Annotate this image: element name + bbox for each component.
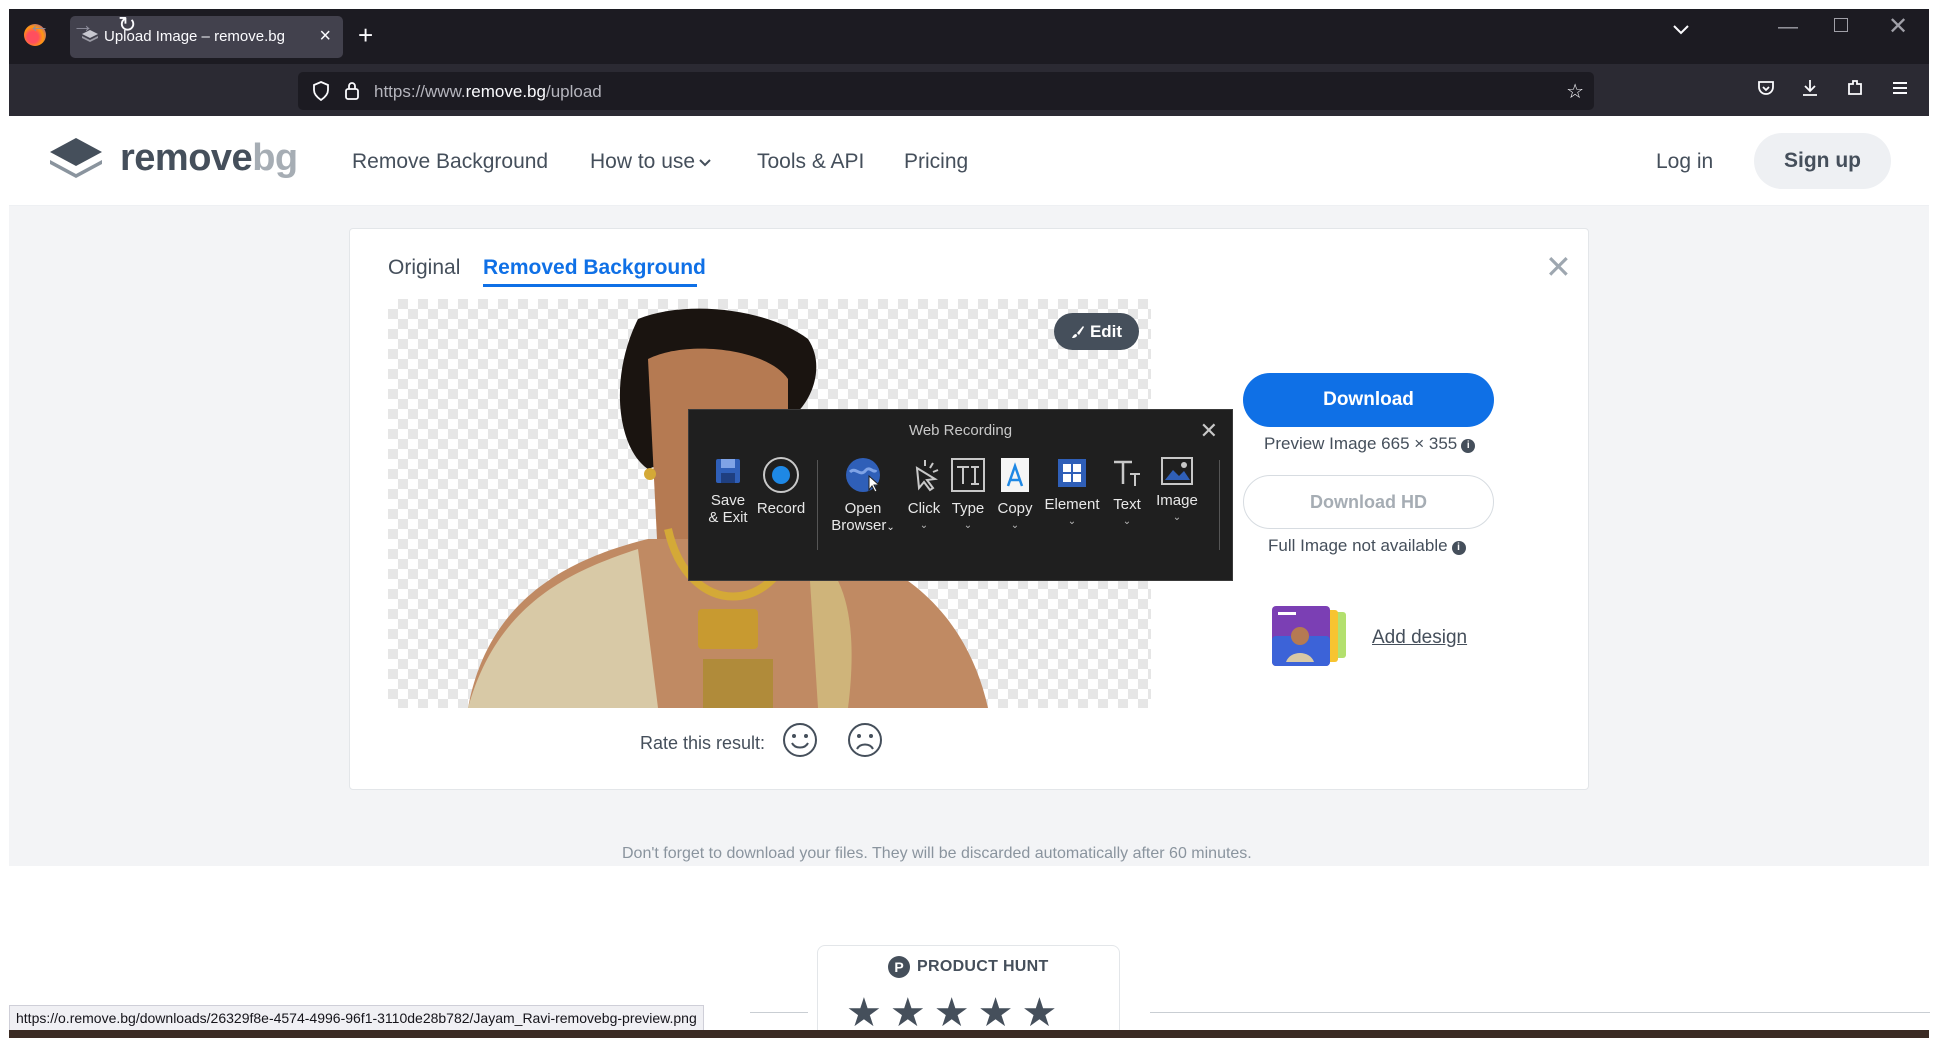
recorder-text-button[interactable]: Text ⌄ bbox=[1107, 456, 1147, 530]
lock-icon[interactable] bbox=[344, 81, 360, 101]
recorder-separator bbox=[817, 460, 818, 550]
preview-image-info: Preview Image 665 × 355 i bbox=[1264, 434, 1476, 454]
login-link[interactable]: Log in bbox=[1656, 150, 1713, 174]
nav-how-to-use[interactable]: How to use bbox=[590, 150, 712, 174]
save-icon bbox=[716, 459, 740, 483]
url-text[interactable]: https://www.remove.bg/upload bbox=[374, 82, 602, 102]
signup-button[interactable]: Sign up bbox=[1754, 133, 1891, 189]
product-hunt-label: PRODUCT HUNT bbox=[917, 958, 1049, 975]
nav-pricing[interactable]: Pricing bbox=[904, 150, 968, 174]
product-hunt-logo-icon: P bbox=[888, 956, 910, 978]
site-logo-text[interactable]: removebg bbox=[120, 137, 298, 180]
recorder-type-button[interactable]: Type ⌄ bbox=[947, 456, 989, 534]
recorder-save-exit-button[interactable]: Save & Exit bbox=[703, 456, 753, 526]
element-grid-icon bbox=[1058, 459, 1086, 487]
new-tab-icon[interactable]: + bbox=[358, 22, 373, 48]
tab-close-icon[interactable]: × bbox=[319, 25, 331, 48]
extensions-icon[interactable] bbox=[1845, 78, 1865, 98]
url-bar[interactable]: https://www.remove.bg/upload ☆ bbox=[298, 72, 1594, 110]
info-icon[interactable]: i bbox=[1451, 541, 1466, 555]
recorder-click-button[interactable]: Click ⌄ bbox=[901, 456, 947, 534]
info-icon[interactable]: i bbox=[1461, 439, 1476, 453]
recorder-title: Web Recording bbox=[908, 422, 1013, 439]
removebg-logo-icon[interactable] bbox=[48, 136, 104, 180]
brush-icon bbox=[1071, 325, 1084, 338]
status-bar-link-preview: https://o.remove.bg/downloads/26329f8e-4… bbox=[9, 1005, 704, 1031]
forward-icon[interactable]: → bbox=[72, 12, 94, 38]
window-close-icon[interactable]: ✕ bbox=[1888, 12, 1908, 41]
recorder-copy-button[interactable]: Copy ⌄ bbox=[992, 456, 1038, 534]
edit-button[interactable]: Edit bbox=[1054, 313, 1139, 350]
add-design-link[interactable]: Add design bbox=[1372, 627, 1467, 649]
restore-icon[interactable] bbox=[1834, 18, 1848, 32]
reload-icon[interactable]: ↻ bbox=[118, 12, 136, 38]
download-hd-button[interactable]: Download HD bbox=[1243, 475, 1494, 529]
os-taskbar bbox=[9, 1030, 1929, 1038]
menu-hamburger-icon[interactable] bbox=[1890, 78, 1910, 98]
record-icon bbox=[763, 457, 799, 493]
smiley-happy-icon[interactable] bbox=[782, 722, 818, 758]
tracking-shield-icon[interactable] bbox=[312, 81, 330, 101]
design-templates-thumbnail[interactable] bbox=[1272, 606, 1364, 666]
copy-document-icon bbox=[1001, 458, 1029, 492]
chevron-down-icon bbox=[699, 159, 711, 167]
browser-tab-active[interactable]: Upload Image – remove.bg × bbox=[70, 16, 343, 58]
recorder-image-button[interactable]: Image ⌄ bbox=[1149, 456, 1205, 526]
image-icon bbox=[1161, 457, 1193, 485]
active-tab-underline bbox=[483, 284, 697, 287]
nav-remove-background[interactable]: Remove Background bbox=[352, 150, 548, 174]
recorder-open-browser-button[interactable]: Open Browser⌄ bbox=[827, 456, 899, 536]
divider-line bbox=[1150, 1012, 1930, 1013]
type-text-icon bbox=[951, 458, 985, 492]
recorder-separator bbox=[1219, 460, 1220, 550]
rate-result-label: Rate this result: bbox=[640, 733, 766, 753]
downloads-icon[interactable] bbox=[1800, 78, 1820, 98]
download-reminder-notice: Don't forget to download your files. The… bbox=[622, 845, 1252, 862]
close-icon[interactable]: ✕ bbox=[1545, 248, 1572, 286]
full-image-info: Full Image not available i bbox=[1268, 536, 1466, 556]
tab-removed-background[interactable]: Removed Background bbox=[483, 256, 706, 280]
smiley-sad-icon[interactable] bbox=[847, 722, 883, 758]
download-button[interactable]: Download bbox=[1243, 373, 1494, 427]
globe-icon bbox=[846, 458, 881, 493]
tab-list-chevron-icon[interactable] bbox=[1672, 24, 1690, 36]
pocket-icon[interactable] bbox=[1756, 78, 1776, 98]
text-extract-icon bbox=[1114, 460, 1140, 486]
recorder-record-button[interactable]: Record bbox=[751, 456, 811, 517]
nav-tools-api[interactable]: Tools & API bbox=[757, 150, 864, 174]
page-frame: Upload Image – remove.bg × + — ✕ ← → ↻ h… bbox=[0, 0, 1938, 1038]
back-icon[interactable]: ← bbox=[28, 12, 50, 38]
divider-line bbox=[750, 1012, 808, 1013]
cursor-click-icon bbox=[915, 460, 939, 492]
recorder-close-icon[interactable]: ✕ bbox=[1200, 418, 1218, 444]
tab-original[interactable]: Original bbox=[388, 256, 460, 280]
minimize-icon[interactable]: — bbox=[1778, 16, 1798, 39]
bookmark-star-icon[interactable]: ☆ bbox=[1566, 79, 1584, 104]
web-recording-toolbar: Web Recording ✕ Save & Exit Record Open Br… bbox=[688, 409, 1233, 581]
recorder-element-button[interactable]: Element ⌄ bbox=[1040, 456, 1104, 530]
